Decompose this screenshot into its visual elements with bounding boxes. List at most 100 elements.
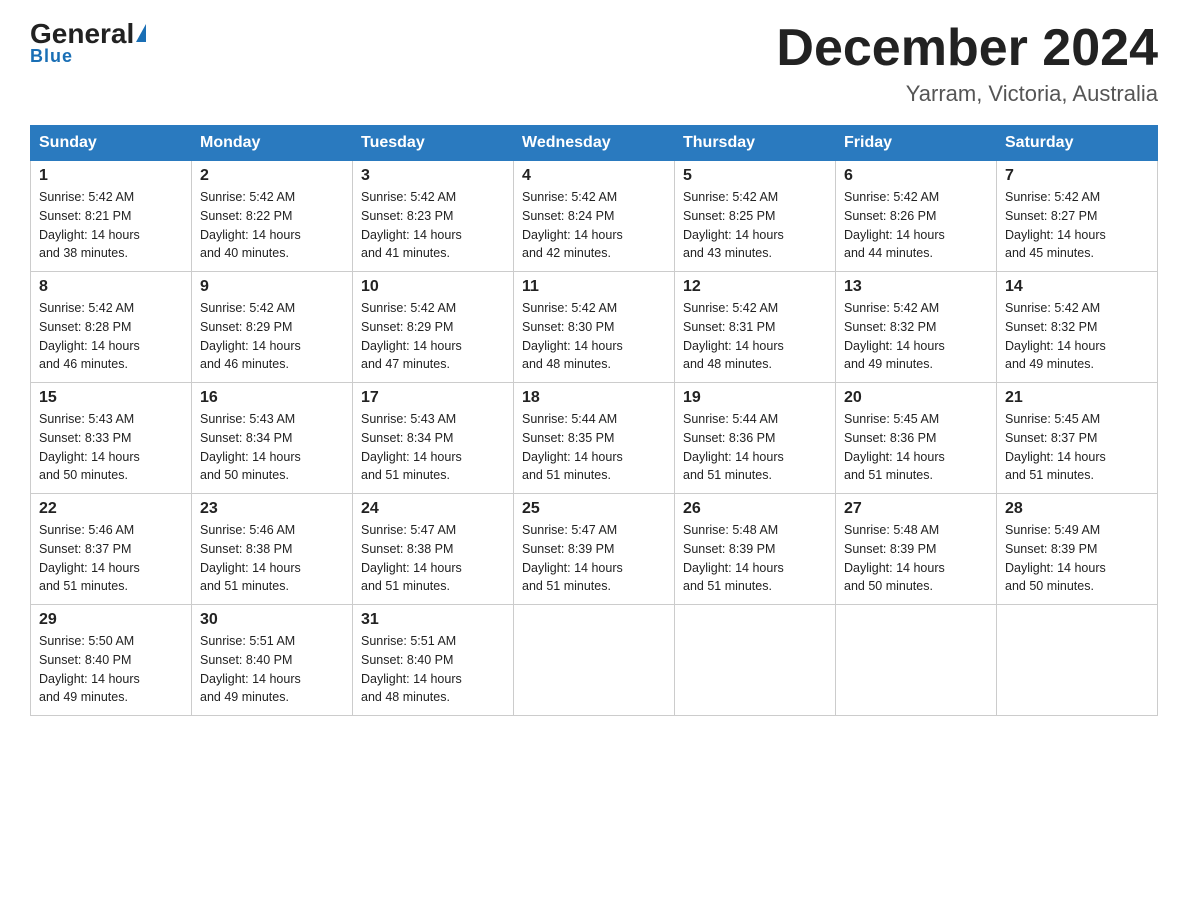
col-friday: Friday xyxy=(836,126,997,161)
table-row: 28 Sunrise: 5:49 AMSunset: 8:39 PMDaylig… xyxy=(997,494,1158,605)
calendar-week-5: 29 Sunrise: 5:50 AMSunset: 8:40 PMDaylig… xyxy=(31,605,1158,716)
day-info: Sunrise: 5:51 AMSunset: 8:40 PMDaylight:… xyxy=(361,634,462,704)
day-info: Sunrise: 5:42 AMSunset: 8:28 PMDaylight:… xyxy=(39,301,140,371)
calendar-week-1: 1 Sunrise: 5:42 AMSunset: 8:21 PMDayligh… xyxy=(31,161,1158,272)
day-number: 18 xyxy=(522,389,666,407)
table-row: 22 Sunrise: 5:46 AMSunset: 8:37 PMDaylig… xyxy=(31,494,192,605)
table-row: 3 Sunrise: 5:42 AMSunset: 8:23 PMDayligh… xyxy=(353,161,514,272)
table-row: 6 Sunrise: 5:42 AMSunset: 8:26 PMDayligh… xyxy=(836,161,997,272)
table-row: 10 Sunrise: 5:42 AMSunset: 8:29 PMDaylig… xyxy=(353,272,514,383)
day-info: Sunrise: 5:51 AMSunset: 8:40 PMDaylight:… xyxy=(200,634,301,704)
day-number: 15 xyxy=(39,389,183,407)
table-row: 14 Sunrise: 5:42 AMSunset: 8:32 PMDaylig… xyxy=(997,272,1158,383)
day-info: Sunrise: 5:42 AMSunset: 8:24 PMDaylight:… xyxy=(522,190,623,260)
day-number: 21 xyxy=(1005,389,1149,407)
day-info: Sunrise: 5:50 AMSunset: 8:40 PMDaylight:… xyxy=(39,634,140,704)
day-info: Sunrise: 5:43 AMSunset: 8:33 PMDaylight:… xyxy=(39,412,140,482)
day-number: 17 xyxy=(361,389,505,407)
calendar-week-2: 8 Sunrise: 5:42 AMSunset: 8:28 PMDayligh… xyxy=(31,272,1158,383)
day-number: 11 xyxy=(522,278,666,296)
day-number: 3 xyxy=(361,167,505,185)
logo-triangle-icon xyxy=(136,24,146,42)
table-row: 15 Sunrise: 5:43 AMSunset: 8:33 PMDaylig… xyxy=(31,383,192,494)
day-number: 12 xyxy=(683,278,827,296)
table-row: 27 Sunrise: 5:48 AMSunset: 8:39 PMDaylig… xyxy=(836,494,997,605)
calendar-table: Sunday Monday Tuesday Wednesday Thursday… xyxy=(30,125,1158,716)
page-header: General Blue December 2024 Yarram, Victo… xyxy=(30,20,1158,107)
day-info: Sunrise: 5:42 AMSunset: 8:21 PMDaylight:… xyxy=(39,190,140,260)
day-info: Sunrise: 5:42 AMSunset: 8:27 PMDaylight:… xyxy=(1005,190,1106,260)
day-info: Sunrise: 5:46 AMSunset: 8:37 PMDaylight:… xyxy=(39,523,140,593)
day-info: Sunrise: 5:42 AMSunset: 8:29 PMDaylight:… xyxy=(361,301,462,371)
day-number: 22 xyxy=(39,500,183,518)
table-row: 16 Sunrise: 5:43 AMSunset: 8:34 PMDaylig… xyxy=(192,383,353,494)
calendar-week-4: 22 Sunrise: 5:46 AMSunset: 8:37 PMDaylig… xyxy=(31,494,1158,605)
day-number: 30 xyxy=(200,611,344,629)
table-row: 29 Sunrise: 5:50 AMSunset: 8:40 PMDaylig… xyxy=(31,605,192,716)
table-row xyxy=(836,605,997,716)
day-info: Sunrise: 5:47 AMSunset: 8:38 PMDaylight:… xyxy=(361,523,462,593)
day-number: 7 xyxy=(1005,167,1149,185)
table-row xyxy=(514,605,675,716)
day-info: Sunrise: 5:48 AMSunset: 8:39 PMDaylight:… xyxy=(683,523,784,593)
table-row: 19 Sunrise: 5:44 AMSunset: 8:36 PMDaylig… xyxy=(675,383,836,494)
col-wednesday: Wednesday xyxy=(514,126,675,161)
day-info: Sunrise: 5:42 AMSunset: 8:32 PMDaylight:… xyxy=(844,301,945,371)
day-number: 23 xyxy=(200,500,344,518)
calendar-header-row: Sunday Monday Tuesday Wednesday Thursday… xyxy=(31,126,1158,161)
col-thursday: Thursday xyxy=(675,126,836,161)
col-tuesday: Tuesday xyxy=(353,126,514,161)
day-info: Sunrise: 5:42 AMSunset: 8:30 PMDaylight:… xyxy=(522,301,623,371)
table-row xyxy=(997,605,1158,716)
day-number: 5 xyxy=(683,167,827,185)
day-info: Sunrise: 5:45 AMSunset: 8:37 PMDaylight:… xyxy=(1005,412,1106,482)
day-number: 19 xyxy=(683,389,827,407)
table-row: 30 Sunrise: 5:51 AMSunset: 8:40 PMDaylig… xyxy=(192,605,353,716)
day-info: Sunrise: 5:42 AMSunset: 8:32 PMDaylight:… xyxy=(1005,301,1106,371)
day-info: Sunrise: 5:47 AMSunset: 8:39 PMDaylight:… xyxy=(522,523,623,593)
table-row: 26 Sunrise: 5:48 AMSunset: 8:39 PMDaylig… xyxy=(675,494,836,605)
day-info: Sunrise: 5:49 AMSunset: 8:39 PMDaylight:… xyxy=(1005,523,1106,593)
table-row: 23 Sunrise: 5:46 AMSunset: 8:38 PMDaylig… xyxy=(192,494,353,605)
day-info: Sunrise: 5:46 AMSunset: 8:38 PMDaylight:… xyxy=(200,523,301,593)
day-number: 29 xyxy=(39,611,183,629)
day-number: 14 xyxy=(1005,278,1149,296)
logo: General Blue xyxy=(30,20,146,67)
day-number: 9 xyxy=(200,278,344,296)
location-subtitle: Yarram, Victoria, Australia xyxy=(776,81,1158,107)
day-number: 16 xyxy=(200,389,344,407)
table-row: 5 Sunrise: 5:42 AMSunset: 8:25 PMDayligh… xyxy=(675,161,836,272)
day-info: Sunrise: 5:43 AMSunset: 8:34 PMDaylight:… xyxy=(200,412,301,482)
day-info: Sunrise: 5:42 AMSunset: 8:31 PMDaylight:… xyxy=(683,301,784,371)
table-row: 13 Sunrise: 5:42 AMSunset: 8:32 PMDaylig… xyxy=(836,272,997,383)
day-number: 8 xyxy=(39,278,183,296)
day-number: 28 xyxy=(1005,500,1149,518)
day-number: 26 xyxy=(683,500,827,518)
table-row: 11 Sunrise: 5:42 AMSunset: 8:30 PMDaylig… xyxy=(514,272,675,383)
logo-blue-text: Blue xyxy=(30,46,73,67)
day-number: 10 xyxy=(361,278,505,296)
day-info: Sunrise: 5:42 AMSunset: 8:25 PMDaylight:… xyxy=(683,190,784,260)
table-row: 31 Sunrise: 5:51 AMSunset: 8:40 PMDaylig… xyxy=(353,605,514,716)
day-number: 25 xyxy=(522,500,666,518)
table-row: 1 Sunrise: 5:42 AMSunset: 8:21 PMDayligh… xyxy=(31,161,192,272)
day-number: 31 xyxy=(361,611,505,629)
table-row: 8 Sunrise: 5:42 AMSunset: 8:28 PMDayligh… xyxy=(31,272,192,383)
table-row: 12 Sunrise: 5:42 AMSunset: 8:31 PMDaylig… xyxy=(675,272,836,383)
day-info: Sunrise: 5:42 AMSunset: 8:26 PMDaylight:… xyxy=(844,190,945,260)
day-number: 1 xyxy=(39,167,183,185)
day-info: Sunrise: 5:48 AMSunset: 8:39 PMDaylight:… xyxy=(844,523,945,593)
table-row: 25 Sunrise: 5:47 AMSunset: 8:39 PMDaylig… xyxy=(514,494,675,605)
day-number: 13 xyxy=(844,278,988,296)
col-monday: Monday xyxy=(192,126,353,161)
col-sunday: Sunday xyxy=(31,126,192,161)
day-number: 24 xyxy=(361,500,505,518)
table-row: 20 Sunrise: 5:45 AMSunset: 8:36 PMDaylig… xyxy=(836,383,997,494)
day-info: Sunrise: 5:44 AMSunset: 8:36 PMDaylight:… xyxy=(683,412,784,482)
day-number: 27 xyxy=(844,500,988,518)
table-row: 18 Sunrise: 5:44 AMSunset: 8:35 PMDaylig… xyxy=(514,383,675,494)
table-row: 17 Sunrise: 5:43 AMSunset: 8:34 PMDaylig… xyxy=(353,383,514,494)
day-info: Sunrise: 5:45 AMSunset: 8:36 PMDaylight:… xyxy=(844,412,945,482)
col-saturday: Saturday xyxy=(997,126,1158,161)
day-info: Sunrise: 5:42 AMSunset: 8:29 PMDaylight:… xyxy=(200,301,301,371)
